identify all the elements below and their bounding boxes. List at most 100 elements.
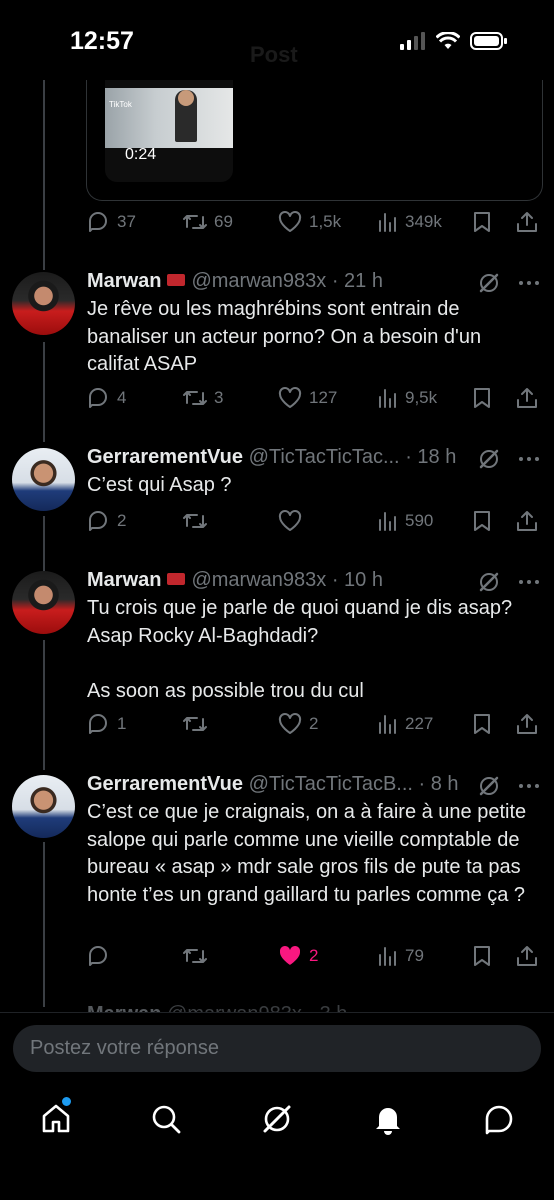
reply-tweet[interactable]: GerrarementVue @TicTacTicTacB... · 8 h C…	[0, 771, 554, 981]
reply-button[interactable]: 2	[87, 509, 126, 533]
repost-icon	[183, 717, 207, 731]
author-name[interactable]: Marwan	[87, 569, 161, 591]
video-duration: 0:24	[125, 146, 157, 163]
repost-button[interactable]	[182, 944, 214, 968]
grok-icon[interactable]	[478, 272, 500, 294]
like-button[interactable]	[277, 509, 309, 533]
status-icons	[400, 31, 508, 51]
post-actions: 37 69 1,5k 349k	[87, 210, 542, 238]
views-icon	[379, 512, 396, 531]
author-handle[interactable]: @TicTacTicTacB...	[249, 773, 413, 795]
repost-button[interactable]	[182, 509, 214, 533]
views-button[interactable]: 79	[377, 944, 424, 968]
share-button[interactable]	[515, 944, 539, 968]
like-button[interactable]: 2	[277, 712, 318, 736]
tweet-text: Je rêve ou les maghrébins sont entrain d…	[87, 298, 487, 375]
reply-count: 2	[117, 511, 127, 530]
grok-icon[interactable]	[478, 571, 500, 593]
repost-icon	[183, 949, 207, 963]
share-button[interactable]	[515, 712, 539, 736]
author-name[interactable]: GerrarementVue	[87, 446, 243, 468]
repost-button[interactable]: 3	[182, 386, 223, 410]
share-button[interactable]	[515, 210, 539, 234]
bookmark-button[interactable]	[471, 210, 493, 234]
more-options-icon[interactable]	[518, 272, 540, 294]
views-button[interactable]: 349k	[377, 210, 442, 234]
avatar[interactable]	[12, 272, 75, 335]
repost-button[interactable]	[182, 712, 214, 736]
views-button[interactable]: 227	[377, 712, 433, 736]
tweet-actions: 1 2 227	[87, 712, 542, 740]
video-thumbnail[interactable]: TikTok 0:24	[105, 80, 233, 182]
author-name[interactable]: GerrarementVue	[87, 773, 243, 795]
tweet-header-actions	[478, 775, 540, 797]
views-button[interactable]: 9,5k	[377, 386, 437, 410]
reply-count: 4	[117, 388, 127, 407]
bookmark-icon	[474, 946, 490, 966]
avatar[interactable]	[12, 775, 75, 838]
morocco-flag-icon	[167, 274, 186, 286]
repost-button[interactable]: 69	[182, 210, 233, 234]
reply-button[interactable]: 37	[87, 210, 136, 234]
tweet-actions: 2 590	[87, 509, 542, 537]
reply-icon	[89, 714, 107, 734]
reply-input[interactable]: Postez votre réponse	[13, 1025, 541, 1072]
author-handle[interactable]: @marwan983x	[191, 569, 326, 591]
more-options-icon[interactable]	[518, 448, 540, 470]
avatar[interactable]	[12, 448, 75, 511]
battery-icon	[470, 32, 507, 50]
reply-button[interactable]	[87, 944, 117, 968]
signal-icon	[400, 32, 425, 50]
author-name[interactable]: Marwan	[87, 270, 161, 292]
views-count: 590	[405, 511, 434, 530]
nav-home[interactable]	[38, 1095, 74, 1137]
tweet-text: Tu crois que je parle de quoi quand je d…	[87, 597, 513, 702]
share-button[interactable]	[515, 386, 539, 410]
reply-tweet[interactable]: Marwan @marwan983x · 10 h Tu crois que je…	[0, 567, 554, 747]
nav-search[interactable]	[148, 1101, 184, 1137]
tweet-header-actions	[478, 448, 540, 470]
share-icon	[517, 714, 537, 734]
bookmark-button[interactable]	[471, 509, 493, 533]
tweet-text: C’est qui Asap ?	[87, 474, 232, 496]
bookmark-button[interactable]	[471, 386, 493, 410]
avatar[interactable]	[12, 571, 75, 634]
tweet-header: GerrarementVue @TicTacTicTacB... · 8 h	[87, 773, 459, 796]
heart-filled-icon	[279, 946, 301, 965]
views-button[interactable]: 590	[377, 509, 433, 533]
views-count: 79	[405, 946, 424, 965]
tiktok-watermark: TikTok	[109, 100, 132, 109]
reply-icon	[89, 212, 107, 232]
tweet-actions: 4 3 127 9,5k	[87, 386, 542, 414]
nav-grok[interactable]	[259, 1101, 295, 1137]
bookmark-icon	[474, 714, 490, 734]
like-button[interactable]: 2	[277, 944, 318, 968]
grok-icon[interactable]	[478, 448, 500, 470]
search-icon	[152, 1105, 181, 1134]
like-button[interactable]: 127	[277, 386, 337, 410]
more-options-icon[interactable]	[518, 775, 540, 797]
reply-tweet[interactable]: GerrarementVue @TicTacTicTac... · 18 h C…	[0, 444, 554, 544]
reply-tweet[interactable]: Marwan @marwan983x · 21 h Je rêve ou les …	[0, 268, 554, 428]
more-options-icon[interactable]	[518, 571, 540, 593]
share-button[interactable]	[515, 509, 539, 533]
post-time: · 10 h	[331, 569, 383, 591]
nav-notifications[interactable]	[370, 1101, 406, 1137]
author-handle[interactable]: @TicTacTicTac...	[249, 446, 400, 468]
morocco-flag-icon	[167, 573, 186, 585]
heart-icon	[278, 510, 302, 531]
repost-count: 69	[214, 212, 233, 231]
author-handle[interactable]: @marwan983x	[191, 270, 326, 292]
like-button[interactable]: 1,5k	[277, 210, 341, 234]
bookmark-button[interactable]	[471, 712, 493, 736]
repost-icon	[183, 514, 207, 528]
reply-button[interactable]: 1	[87, 712, 126, 736]
grok-icon[interactable]	[478, 775, 500, 797]
reply-button[interactable]: 4	[87, 386, 126, 410]
share-icon	[517, 212, 537, 232]
tweet-actions: 2 79	[87, 944, 542, 972]
views-count: 227	[405, 714, 434, 733]
views-icon	[379, 213, 396, 232]
nav-messages[interactable]	[481, 1101, 517, 1137]
bookmark-button[interactable]	[471, 944, 493, 968]
